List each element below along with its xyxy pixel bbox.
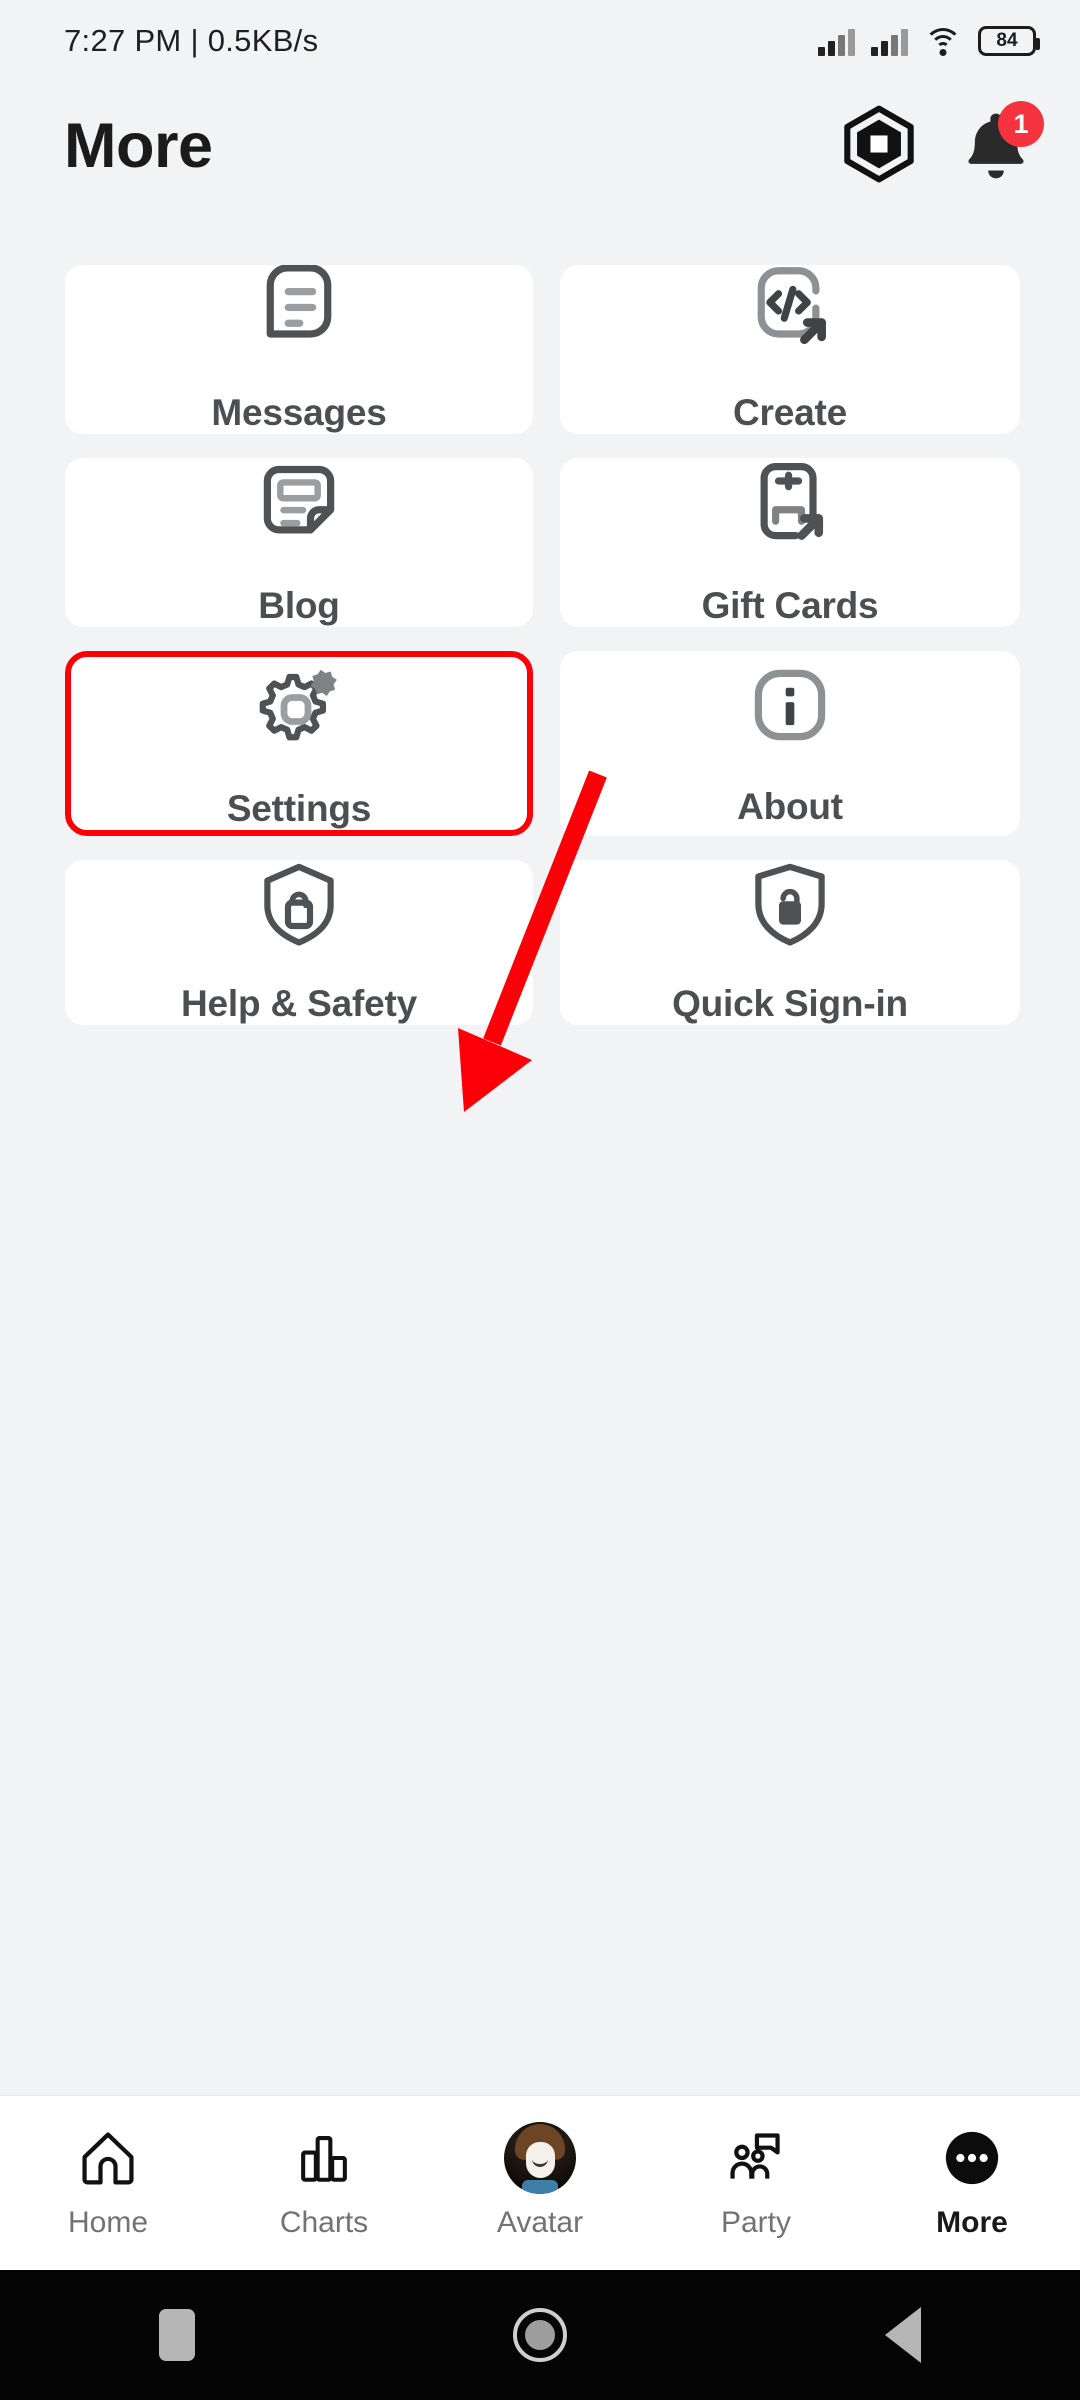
tile-settings[interactable]: Settings <box>65 651 533 836</box>
gears-icon <box>251 657 347 758</box>
page-title: More <box>64 111 213 181</box>
nav-item-home[interactable]: Home <box>16 2126 201 2240</box>
nav-item-charts[interactable]: Charts <box>232 2126 417 2240</box>
tile-label: Quick Sign-in <box>672 983 908 1024</box>
tile-help-safety[interactable]: Help & Safety <box>65 860 533 1025</box>
recents-square-icon[interactable] <box>159 2309 195 2361</box>
wifi-icon <box>924 26 962 56</box>
tile-label: Gift Cards <box>701 585 879 626</box>
tile-label: Help & Safety <box>181 983 417 1024</box>
tile-label: Blog <box>258 585 340 626</box>
tile-label: Create <box>733 392 847 433</box>
android-system-nav <box>0 2270 1080 2400</box>
tile-about[interactable]: About <box>560 651 1020 836</box>
article-document-icon <box>253 458 345 555</box>
bar-chart-icon <box>295 2126 353 2190</box>
status-time-network: 7:27 PM | 0.5KB/s <box>64 23 319 58</box>
battery-icon: 84 <box>978 26 1040 56</box>
tile-quick-signin[interactable]: Quick Sign-in <box>560 860 1020 1025</box>
notifications-badge: 1 <box>998 101 1044 147</box>
header-actions: 1 <box>840 101 1044 188</box>
party-people-icon <box>730 2133 780 2179</box>
phone-screen: 7:27 PM | 0.5KB/s 84 More 1 Messages Cre… <box>0 0 1080 2400</box>
shield-lock-filled-icon <box>746 860 834 953</box>
shield-lock-outline-icon <box>255 860 343 953</box>
chat-bubble-lines-icon <box>253 264 345 362</box>
back-triangle-icon[interactable] <box>885 2307 921 2363</box>
tile-label: Messages <box>211 392 387 433</box>
ellipsis-circle-icon <box>941 2126 1003 2190</box>
nav-label: Party <box>720 2206 792 2239</box>
info-rounded-square-icon <box>744 659 836 756</box>
page-header: More 1 <box>0 82 1080 210</box>
status-bar: 7:27 PM | 0.5KB/s 84 <box>0 0 1080 82</box>
home-circle-icon[interactable] <box>513 2308 567 2362</box>
signal-bars-icon <box>818 26 855 56</box>
avatar-icon <box>504 2122 576 2194</box>
tile-messages[interactable]: Messages <box>65 264 533 434</box>
tile-blog[interactable]: Blog <box>65 458 533 627</box>
code-brackets-external-link-icon <box>744 265 836 362</box>
nav-item-party[interactable]: Party <box>664 2126 849 2240</box>
bottom-navigation: Home Charts Avatar Party More <box>0 2095 1080 2270</box>
gift-card-external-link-icon <box>744 458 836 555</box>
nav-item-avatar[interactable]: Avatar <box>448 2122 633 2240</box>
nav-label: Avatar <box>496 2206 584 2239</box>
nav-label: More <box>936 2206 1008 2239</box>
home-icon <box>78 2126 138 2190</box>
robux-hexagon-icon[interactable] <box>840 105 918 188</box>
signal-bars-icon <box>871 26 908 56</box>
tile-gift-cards[interactable]: Gift Cards <box>560 458 1020 627</box>
nav-label: Charts <box>279 2206 369 2239</box>
tile-label: About <box>737 786 843 827</box>
notifications-button[interactable]: 1 <box>960 101 1044 185</box>
tile-create[interactable]: Create <box>560 265 1020 434</box>
nav-item-more[interactable]: More <box>880 2126 1065 2240</box>
tile-label: Settings <box>226 788 372 829</box>
nav-label: Home <box>67 2206 149 2239</box>
battery-level: 84 <box>996 30 1018 51</box>
status-icons: 84 <box>818 26 1040 56</box>
more-menu-grid: Messages Create Blog Gift Cards Settings… <box>65 264 1020 1025</box>
